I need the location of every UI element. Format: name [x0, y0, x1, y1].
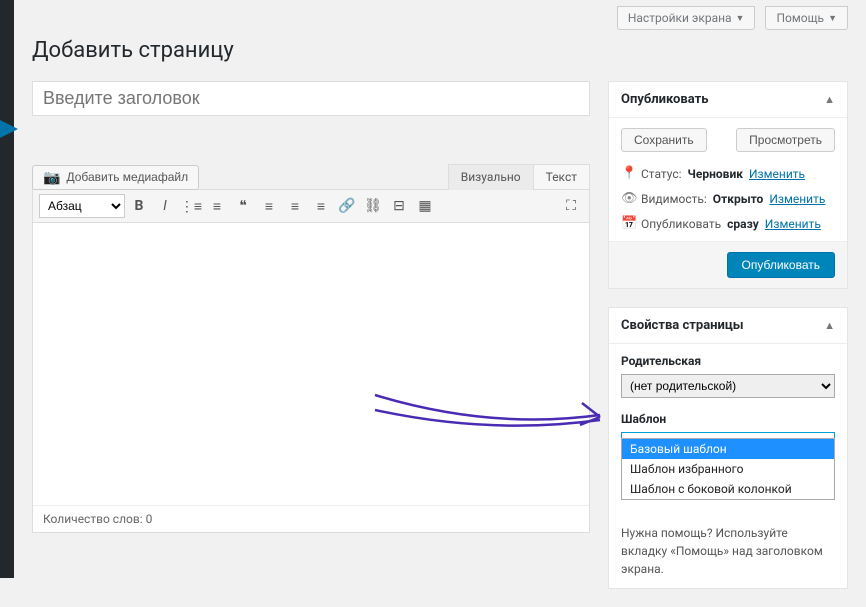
tab-visual[interactable]: Визуально	[448, 164, 533, 190]
more-icon[interactable]: ⊟	[387, 194, 411, 218]
media-icon: 📷	[43, 169, 60, 186]
align-left-icon[interactable]: ≡	[257, 194, 281, 218]
post-title-input[interactable]	[32, 81, 590, 116]
eye-icon: 👁	[621, 191, 635, 206]
save-draft-button[interactable]: Сохранить	[621, 128, 707, 152]
template-label: Шаблон	[621, 412, 835, 426]
page-attributes-header[interactable]: Свойства страницы ▲	[609, 308, 847, 344]
page-title: Добавить страницу	[32, 38, 848, 63]
admin-menu-collapsed	[0, 0, 14, 578]
bold-icon[interactable]: B	[127, 194, 151, 218]
pin-icon: 📍	[621, 166, 635, 181]
screen-options-label: Настройки экрана	[628, 11, 732, 25]
help-label: Помощь	[776, 11, 824, 25]
edit-schedule-link[interactable]: Изменить	[765, 217, 821, 231]
publish-box-header[interactable]: Опубликовать ▲	[609, 82, 847, 118]
unlink-icon[interactable]: ⛓	[361, 194, 385, 218]
edit-visibility-link[interactable]: Изменить	[769, 192, 825, 206]
link-icon[interactable]: 🔗	[335, 194, 359, 218]
editor-content[interactable]: Количество слов: 0	[32, 223, 590, 533]
parent-label: Родительская	[621, 354, 835, 368]
status-label: Статус:	[641, 167, 682, 181]
template-option[interactable]: Шаблон с боковой колонкой	[622, 479, 834, 499]
format-select[interactable]: Абзац	[39, 194, 125, 218]
template-option[interactable]: Базовый шаблон	[622, 439, 834, 459]
bullet-list-icon[interactable]: ⋮≡	[179, 194, 203, 218]
calendar-icon: 📅	[621, 216, 635, 231]
add-media-button[interactable]: 📷 Добавить медиафайл	[32, 165, 199, 190]
italic-icon[interactable]: I	[153, 194, 177, 218]
quote-icon[interactable]: ❝	[231, 194, 255, 218]
screen-options-tab[interactable]: Настройки экрана ▼	[617, 6, 756, 30]
visibility-label: Видимость:	[641, 192, 707, 206]
toolbar-toggle-icon[interactable]: ▦	[413, 194, 437, 218]
help-tab[interactable]: Помощь ▼	[765, 6, 848, 30]
fullscreen-icon[interactable]: ⛶	[559, 194, 583, 218]
chevron-down-icon: ▼	[828, 13, 837, 24]
add-media-label: Добавить медиафайл	[66, 170, 188, 184]
edit-status-link[interactable]: Изменить	[749, 167, 805, 181]
tab-text[interactable]: Текст	[533, 164, 590, 190]
publish-value: сразу	[727, 217, 759, 231]
triangle-up-icon: ▲	[824, 319, 835, 332]
publish-box: Опубликовать ▲ Сохранить Просмотреть 📍 С…	[608, 81, 848, 289]
page-attributes-box: Свойства страницы ▲ Родительская (нет ро…	[608, 307, 848, 589]
template-dropdown-open: Базовый шаблон Шаблон избранного Шаблон …	[621, 438, 835, 500]
template-option[interactable]: Шаблон избранного	[622, 459, 834, 479]
publish-label: Опубликовать	[641, 217, 721, 231]
align-right-icon[interactable]: ≡	[309, 194, 333, 218]
triangle-up-icon: ▲	[824, 93, 835, 106]
editor-toolbar: Абзац B I ⋮≡ ≡ ❝ ≡ ≡ ≡ 🔗 ⛓ ⊟ ▦ ⛶	[32, 189, 590, 223]
word-count-status: Количество слов: 0	[33, 505, 589, 532]
page-attributes-title: Свойства страницы	[621, 318, 744, 333]
align-center-icon[interactable]: ≡	[283, 194, 307, 218]
chevron-down-icon: ▼	[736, 13, 745, 24]
preview-button[interactable]: Просмотреть	[736, 128, 835, 152]
attributes-help-text: Нужна помощь? Используйте вкладку «Помощ…	[621, 524, 835, 578]
parent-select[interactable]: (нет родительской)	[621, 374, 835, 398]
visibility-value: Открыто	[713, 192, 764, 206]
number-list-icon[interactable]: ≡	[205, 194, 229, 218]
publish-box-title: Опубликовать	[621, 92, 708, 107]
publish-button[interactable]: Опубликовать	[727, 252, 835, 278]
status-value: Черновик	[688, 167, 743, 181]
